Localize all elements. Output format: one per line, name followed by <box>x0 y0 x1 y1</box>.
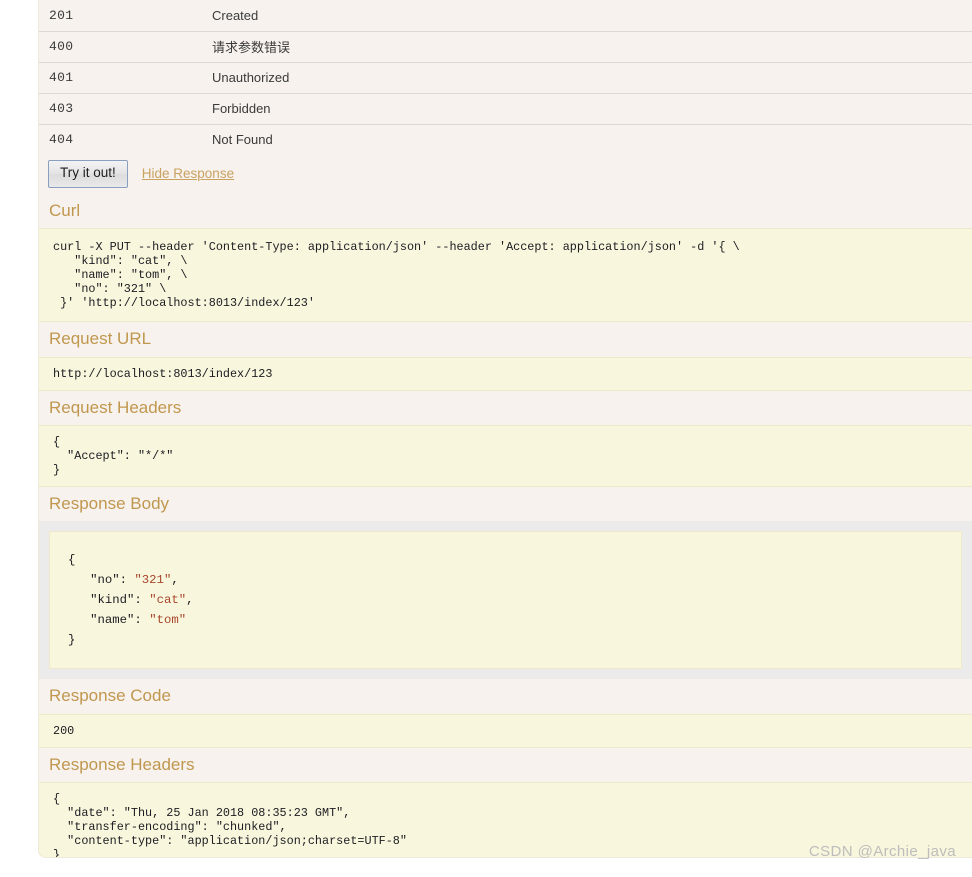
response-codes-body: 201 Created 400 请求参数错误 401 Unauthorized … <box>39 0 972 155</box>
response-headers-code-block: { "date": "Thu, 25 Jan 2018 08:35:23 GMT… <box>39 782 972 857</box>
request-headers-code-block: { "Accept": "*/*" } <box>39 425 972 488</box>
table-row: 400 请求参数错误 <box>39 30 972 62</box>
table-row: 404 Not Found <box>39 123 972 155</box>
response-reason-cell: Created <box>212 7 259 23</box>
response-headers-section: Response Headers { "date": "Thu, 25 Jan … <box>39 754 972 857</box>
response-reason-cell: 请求参数错误 <box>202 30 972 62</box>
response-code-cell: 403 <box>39 92 202 124</box>
table-row: 401 Unauthorized <box>39 61 972 93</box>
curl-title: Curl <box>49 200 81 220</box>
request-url-code-block: http://localhost:8013/index/123 <box>39 356 972 391</box>
response-body-code-block: { "no": "321", "kind": "cat", "name": "t… <box>49 531 962 670</box>
response-body-section: Response Body { "no": "321", "kind": "ca… <box>39 494 972 680</box>
response-reason-cell: Not Found <box>202 123 972 155</box>
curl-section: Curl curl -X PUT --header 'Content-Type:… <box>39 200 972 323</box>
hide-response-link[interactable]: Hide Response <box>142 166 234 181</box>
response-reason-cell: Forbidden <box>202 92 972 124</box>
response-code-code-block: 200 <box>39 713 972 748</box>
response-body-title: Response Body <box>49 494 170 514</box>
submit-row: Try it out! Hide Response <box>39 155 972 194</box>
request-url-title: Request URL <box>49 329 152 349</box>
curl-code-block: curl -X PUT --header 'Content-Type: appl… <box>39 228 972 323</box>
response-code-cell: 400 <box>39 30 202 62</box>
response-body-shell: { "no": "321", "kind": "cat", "name": "t… <box>39 521 972 680</box>
table-row: 403 Forbidden <box>39 92 972 124</box>
response-codes-table: 201 Created 400 请求参数错误 401 Unauthorized … <box>39 0 972 155</box>
operation-response-panel: 201 Created 400 请求参数错误 401 Unauthorized … <box>38 0 972 858</box>
response-code-cell: 404 <box>39 123 202 155</box>
response-reason-cell: Unauthorized <box>202 61 972 93</box>
try-it-out-button[interactable]: Try it out! <box>48 160 128 188</box>
table-row: 201 Created <box>39 0 972 31</box>
response-code-cell: 201 <box>49 7 74 23</box>
request-headers-title: Request Headers <box>49 397 182 417</box>
response-code-section: Response Code 200 <box>39 686 972 748</box>
response-code-cell: 401 <box>39 61 202 93</box>
response-headers-title: Response Headers <box>49 754 195 774</box>
request-url-section: Request URL http://localhost:8013/index/… <box>39 329 972 391</box>
response-code-title: Response Code <box>49 686 171 706</box>
request-headers-section: Request Headers { "Accept": "*/*" } <box>39 397 972 488</box>
